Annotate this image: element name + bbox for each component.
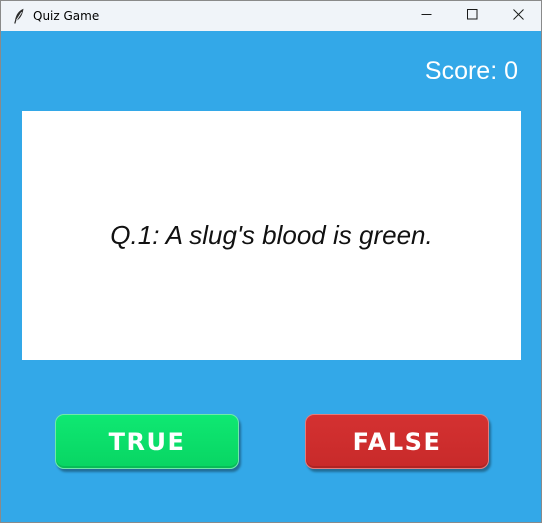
question-text: Q.1: A slug's blood is green. xyxy=(110,220,433,250)
minimize-icon xyxy=(421,7,432,25)
false-button[interactable]: FALSE xyxy=(305,414,489,469)
feather-icon xyxy=(11,8,27,24)
false-button-label: FALSE xyxy=(352,427,442,456)
app-window: Quiz Game Score: 0 Q.1: A slug's blood i… xyxy=(0,0,542,523)
window-title: Quiz Game xyxy=(33,9,100,23)
close-icon xyxy=(512,7,524,25)
close-button[interactable] xyxy=(495,1,541,31)
title-bar[interactable]: Quiz Game xyxy=(1,1,541,31)
true-button-label: TRUE xyxy=(108,427,186,456)
maximize-icon xyxy=(466,7,478,25)
question-card: Q.1: A slug's blood is green. xyxy=(22,111,521,360)
score-label: Score: 0 xyxy=(424,57,518,85)
maximize-button[interactable] xyxy=(449,1,495,31)
window-controls xyxy=(403,1,541,31)
minimize-button[interactable] xyxy=(403,1,449,31)
true-button[interactable]: TRUE xyxy=(55,414,239,469)
